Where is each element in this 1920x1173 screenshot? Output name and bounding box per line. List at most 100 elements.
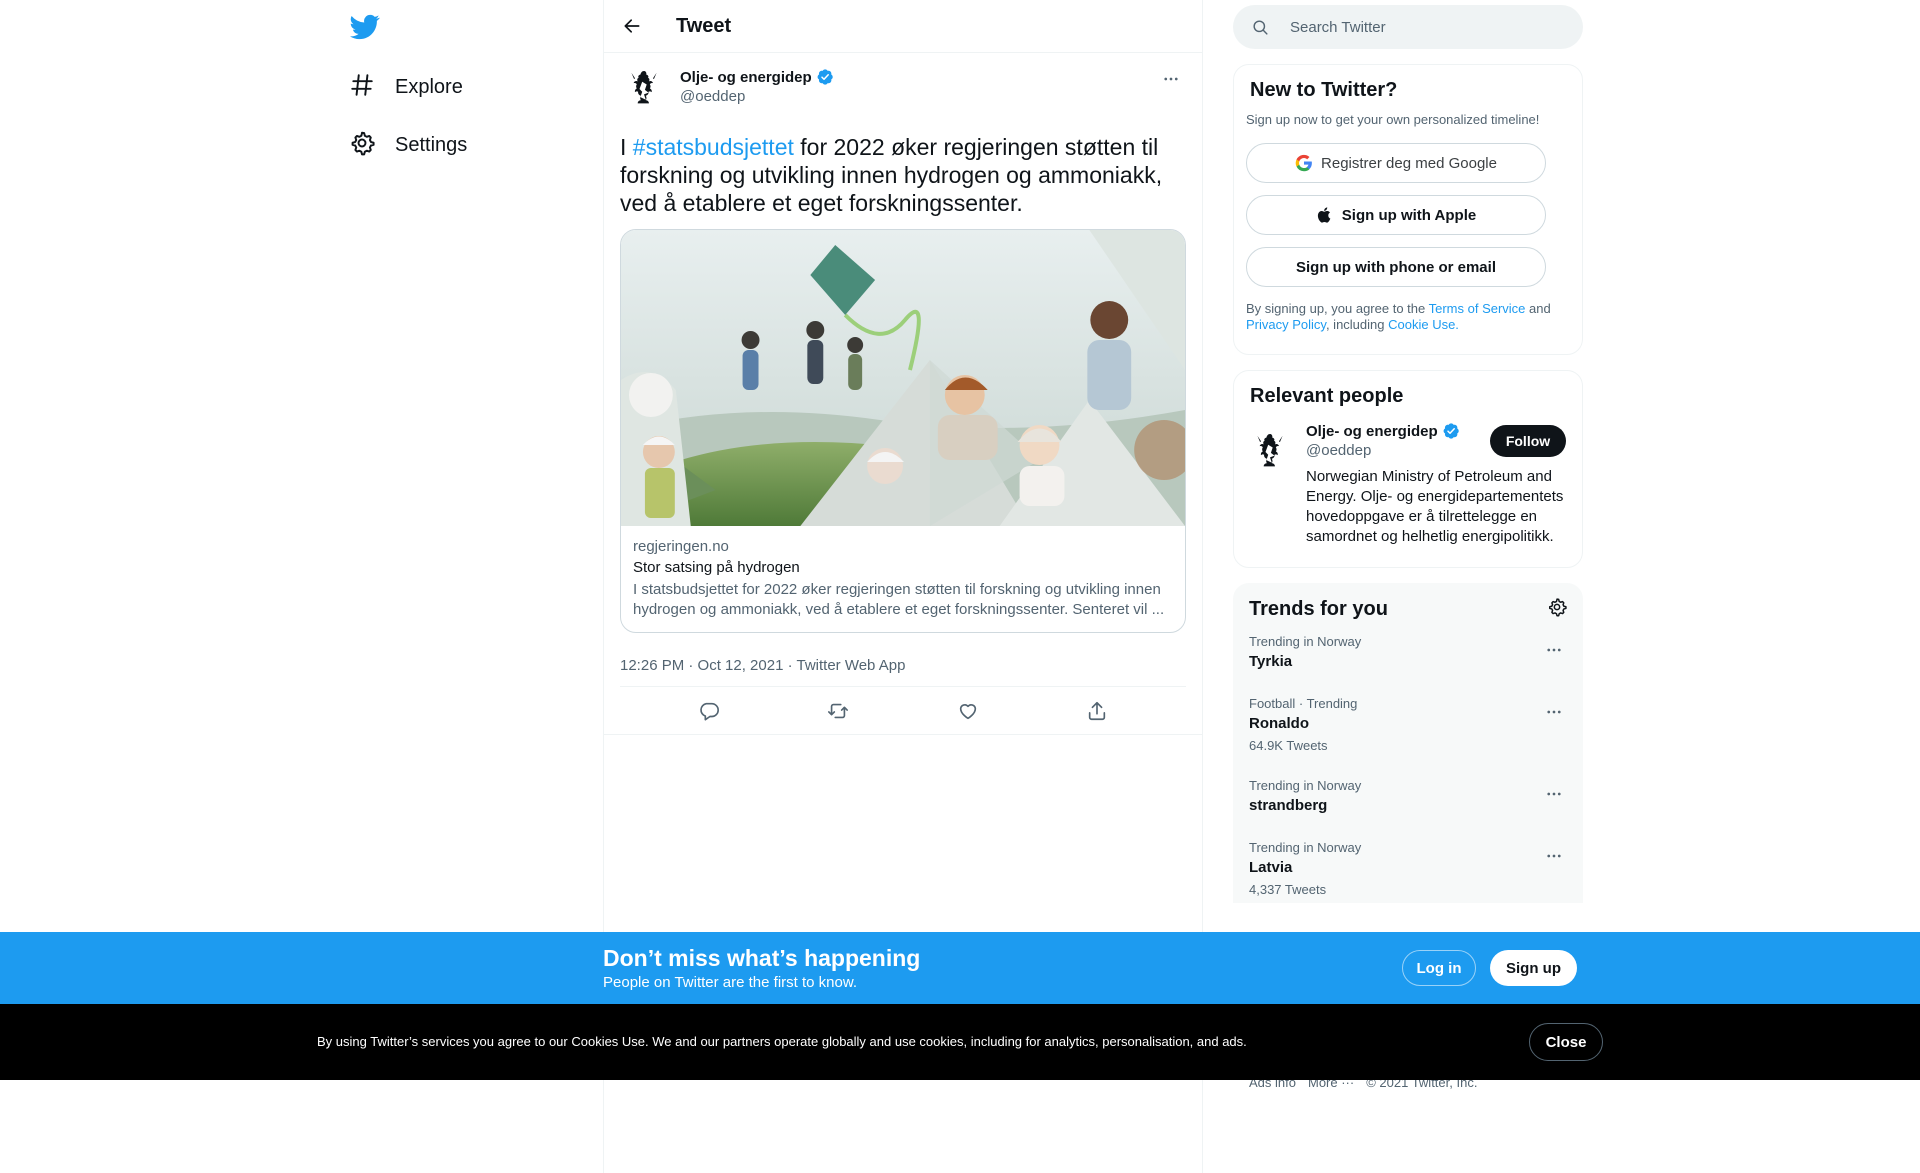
- link-card[interactable]: regjeringen.no Stor satsing på hydrogen …: [620, 229, 1186, 633]
- trend-more-button[interactable]: [1541, 784, 1567, 804]
- relevant-person-bio: Norwegian Ministry of Petroleum and Ener…: [1306, 468, 1564, 545]
- norwegian-lion-coat-of-arms-icon: [631, 71, 657, 104]
- verified-badge-icon: [1443, 423, 1459, 439]
- relevant-person-handle[interactable]: @oeddep: [1306, 442, 1460, 459]
- tweet-text: I #statsbudsjettet for 2022 øker regjeri…: [620, 133, 1186, 217]
- google-signup-button[interactable]: Registrer deg med Google: [1246, 143, 1546, 183]
- avatar[interactable]: [1246, 428, 1294, 476]
- terms-of-service-link[interactable]: Terms of Service: [1429, 301, 1526, 316]
- tweet-meta[interactable]: 12:26 PM · Oct 12, 2021 · Twitter Web Ap…: [620, 649, 1186, 687]
- legal-text-3: , including: [1325, 317, 1389, 332]
- cookie-consent-text: By using Twitter’s services you agree to…: [317, 1034, 1247, 1049]
- trend-more-button[interactable]: [1541, 640, 1567, 660]
- new-to-twitter-panel: New to Twitter? Sign up now to get your …: [1233, 64, 1583, 355]
- trend-context: Trending in Norway: [1249, 778, 1362, 793]
- trend-context: Football · Trending: [1249, 696, 1358, 711]
- privacy-policy-link[interactable]: Privacy Policy: [1246, 317, 1326, 332]
- relevant-person[interactable]: Olje- og energidep @oeddep Follow Norweg…: [1250, 422, 1566, 547]
- search-input[interactable]: [1290, 18, 1550, 36]
- apple-signup-button[interactable]: Sign up with Apple: [1246, 195, 1546, 235]
- tweet-more-button[interactable]: [1156, 69, 1186, 89]
- trend-list: Trending in Norway Tyrkia Football · Trend…: [1249, 622, 1567, 903]
- trends-header: Trends for you: [1249, 597, 1567, 622]
- card-description: I statsbudsjettet for 2022 øker regjerin…: [633, 581, 1165, 618]
- follow-button[interactable]: Follow: [1490, 425, 1566, 457]
- avatar[interactable]: [620, 65, 668, 113]
- more-horizontal-icon: [1547, 854, 1561, 858]
- cookie-consent-bar: By using Twitter’s services you agree to…: [0, 1004, 1920, 1080]
- tweet-author-row: Olje- og energidep @oeddep: [620, 65, 1186, 121]
- search-icon: [1253, 19, 1268, 35]
- signup-legal-text: By signing up, you agree to the Terms of…: [1246, 301, 1570, 333]
- new-to-twitter-title: New to Twitter?: [1250, 79, 1398, 101]
- heart-icon: [959, 703, 976, 719]
- more-horizontal-icon: [1547, 792, 1561, 796]
- login-button[interactable]: Log in: [1402, 950, 1476, 986]
- trend-tweet-count: 4,337 Tweets: [1249, 882, 1327, 897]
- twitter-logo-icon[interactable]: [350, 12, 380, 42]
- trend-item[interactable]: Trending in Norway strandberg: [1249, 766, 1567, 828]
- gear-icon: [1549, 598, 1567, 617]
- tweet-author-handle[interactable]: @oeddep: [680, 88, 834, 105]
- relevant-person-name-text: Olje- og energidep: [1306, 422, 1438, 440]
- nav-explore[interactable]: Explore: [349, 67, 463, 107]
- signup-prompt-bar: Don’t miss what’s happening People on Tw…: [0, 932, 1920, 1004]
- search-box[interactable]: [1233, 5, 1583, 49]
- trends-settings-button[interactable]: [1547, 597, 1567, 622]
- trend-name: Ronaldo: [1249, 715, 1309, 732]
- cookie-use-link[interactable]: Cookie Use.: [1388, 317, 1459, 332]
- retweet-button[interactable]: [818, 691, 858, 731]
- back-button[interactable]: [614, 8, 650, 44]
- relevant-person-name[interactable]: Olje- og energidep: [1306, 422, 1460, 440]
- hydrogen-collage-image: [621, 230, 1185, 526]
- like-button[interactable]: [948, 691, 988, 731]
- cookie-close-button[interactable]: Close: [1529, 1023, 1603, 1061]
- hashtag-icon: [349, 72, 375, 103]
- tweet-actions: [604, 687, 1202, 735]
- legal-text-2: and: [1525, 301, 1551, 316]
- apple-icon: [1317, 207, 1331, 223]
- more-horizontal-icon: [1547, 648, 1561, 652]
- norwegian-lion-coat-of-arms-icon: [1257, 434, 1283, 467]
- signup-prompt-title: Don’t miss what’s happening: [603, 945, 921, 971]
- relevant-person-header: Olje- og energidep @oeddep Follow: [1306, 422, 1566, 459]
- trend-more-button[interactable]: [1541, 846, 1567, 866]
- card-image: [621, 230, 1185, 526]
- tweet: Olje- og energidep @oeddep I #statsbudsj…: [604, 53, 1202, 735]
- relevant-people-title: Relevant people: [1250, 385, 1404, 407]
- phone-email-signup-button[interactable]: Sign up with phone or email: [1246, 247, 1546, 287]
- share-button[interactable]: [1077, 691, 1117, 731]
- trend-more-button[interactable]: [1541, 702, 1567, 722]
- right-sidebar: New to Twitter? Sign up now to get your …: [1233, 0, 1583, 903]
- trend-item[interactable]: Football · Trending Ronaldo 64.9K Tweets: [1249, 684, 1567, 766]
- verified-badge-icon: [817, 69, 833, 85]
- relevant-person-names: Olje- og energidep @oeddep: [1306, 422, 1460, 459]
- trend-name: strandberg: [1249, 797, 1328, 814]
- page-title: Tweet: [676, 14, 732, 37]
- arrow-left-icon: [624, 19, 640, 33]
- tweet-author-name[interactable]: Olje- og energidep: [680, 68, 834, 86]
- trend-context: Trending in Norway: [1249, 840, 1362, 855]
- trend-name: Tyrkia: [1249, 653, 1293, 670]
- nav-explore-label: Explore: [395, 75, 463, 98]
- tweet-author-names: Olje- og energidep @oeddep: [680, 68, 834, 105]
- card-body: regjeringen.no Stor satsing på hydrogen …: [621, 526, 1185, 632]
- card-title: Stor satsing på hydrogen: [633, 559, 800, 576]
- signup-button[interactable]: Sign up: [1490, 950, 1577, 986]
- legal-text-1: By signing up, you agree to the: [1246, 301, 1429, 316]
- card-domain: regjeringen.no: [633, 538, 729, 555]
- trend-name: Latvia: [1249, 859, 1293, 876]
- trend-item[interactable]: Trending in Norway Tyrkia: [1249, 622, 1567, 684]
- trend-tweet-count: 64.9K Tweets: [1249, 738, 1328, 753]
- tweet-hashtag-link[interactable]: #statsbudsjettet: [633, 134, 794, 160]
- nav-settings[interactable]: Settings: [349, 125, 467, 165]
- reply-icon: [699, 702, 719, 721]
- more-horizontal-icon: [1547, 710, 1561, 714]
- nav-settings-label: Settings: [395, 133, 468, 156]
- apple-signup-label: Sign up with Apple: [1341, 206, 1477, 224]
- google-icon: [1295, 154, 1312, 172]
- trend-item[interactable]: Trending in Norway Latvia 4,337 Tweets: [1249, 828, 1567, 903]
- trends-panel: Trends for you Trending in Norway Tyrkia F…: [1233, 583, 1583, 903]
- retweet-icon: [828, 703, 849, 718]
- reply-button[interactable]: [689, 691, 729, 731]
